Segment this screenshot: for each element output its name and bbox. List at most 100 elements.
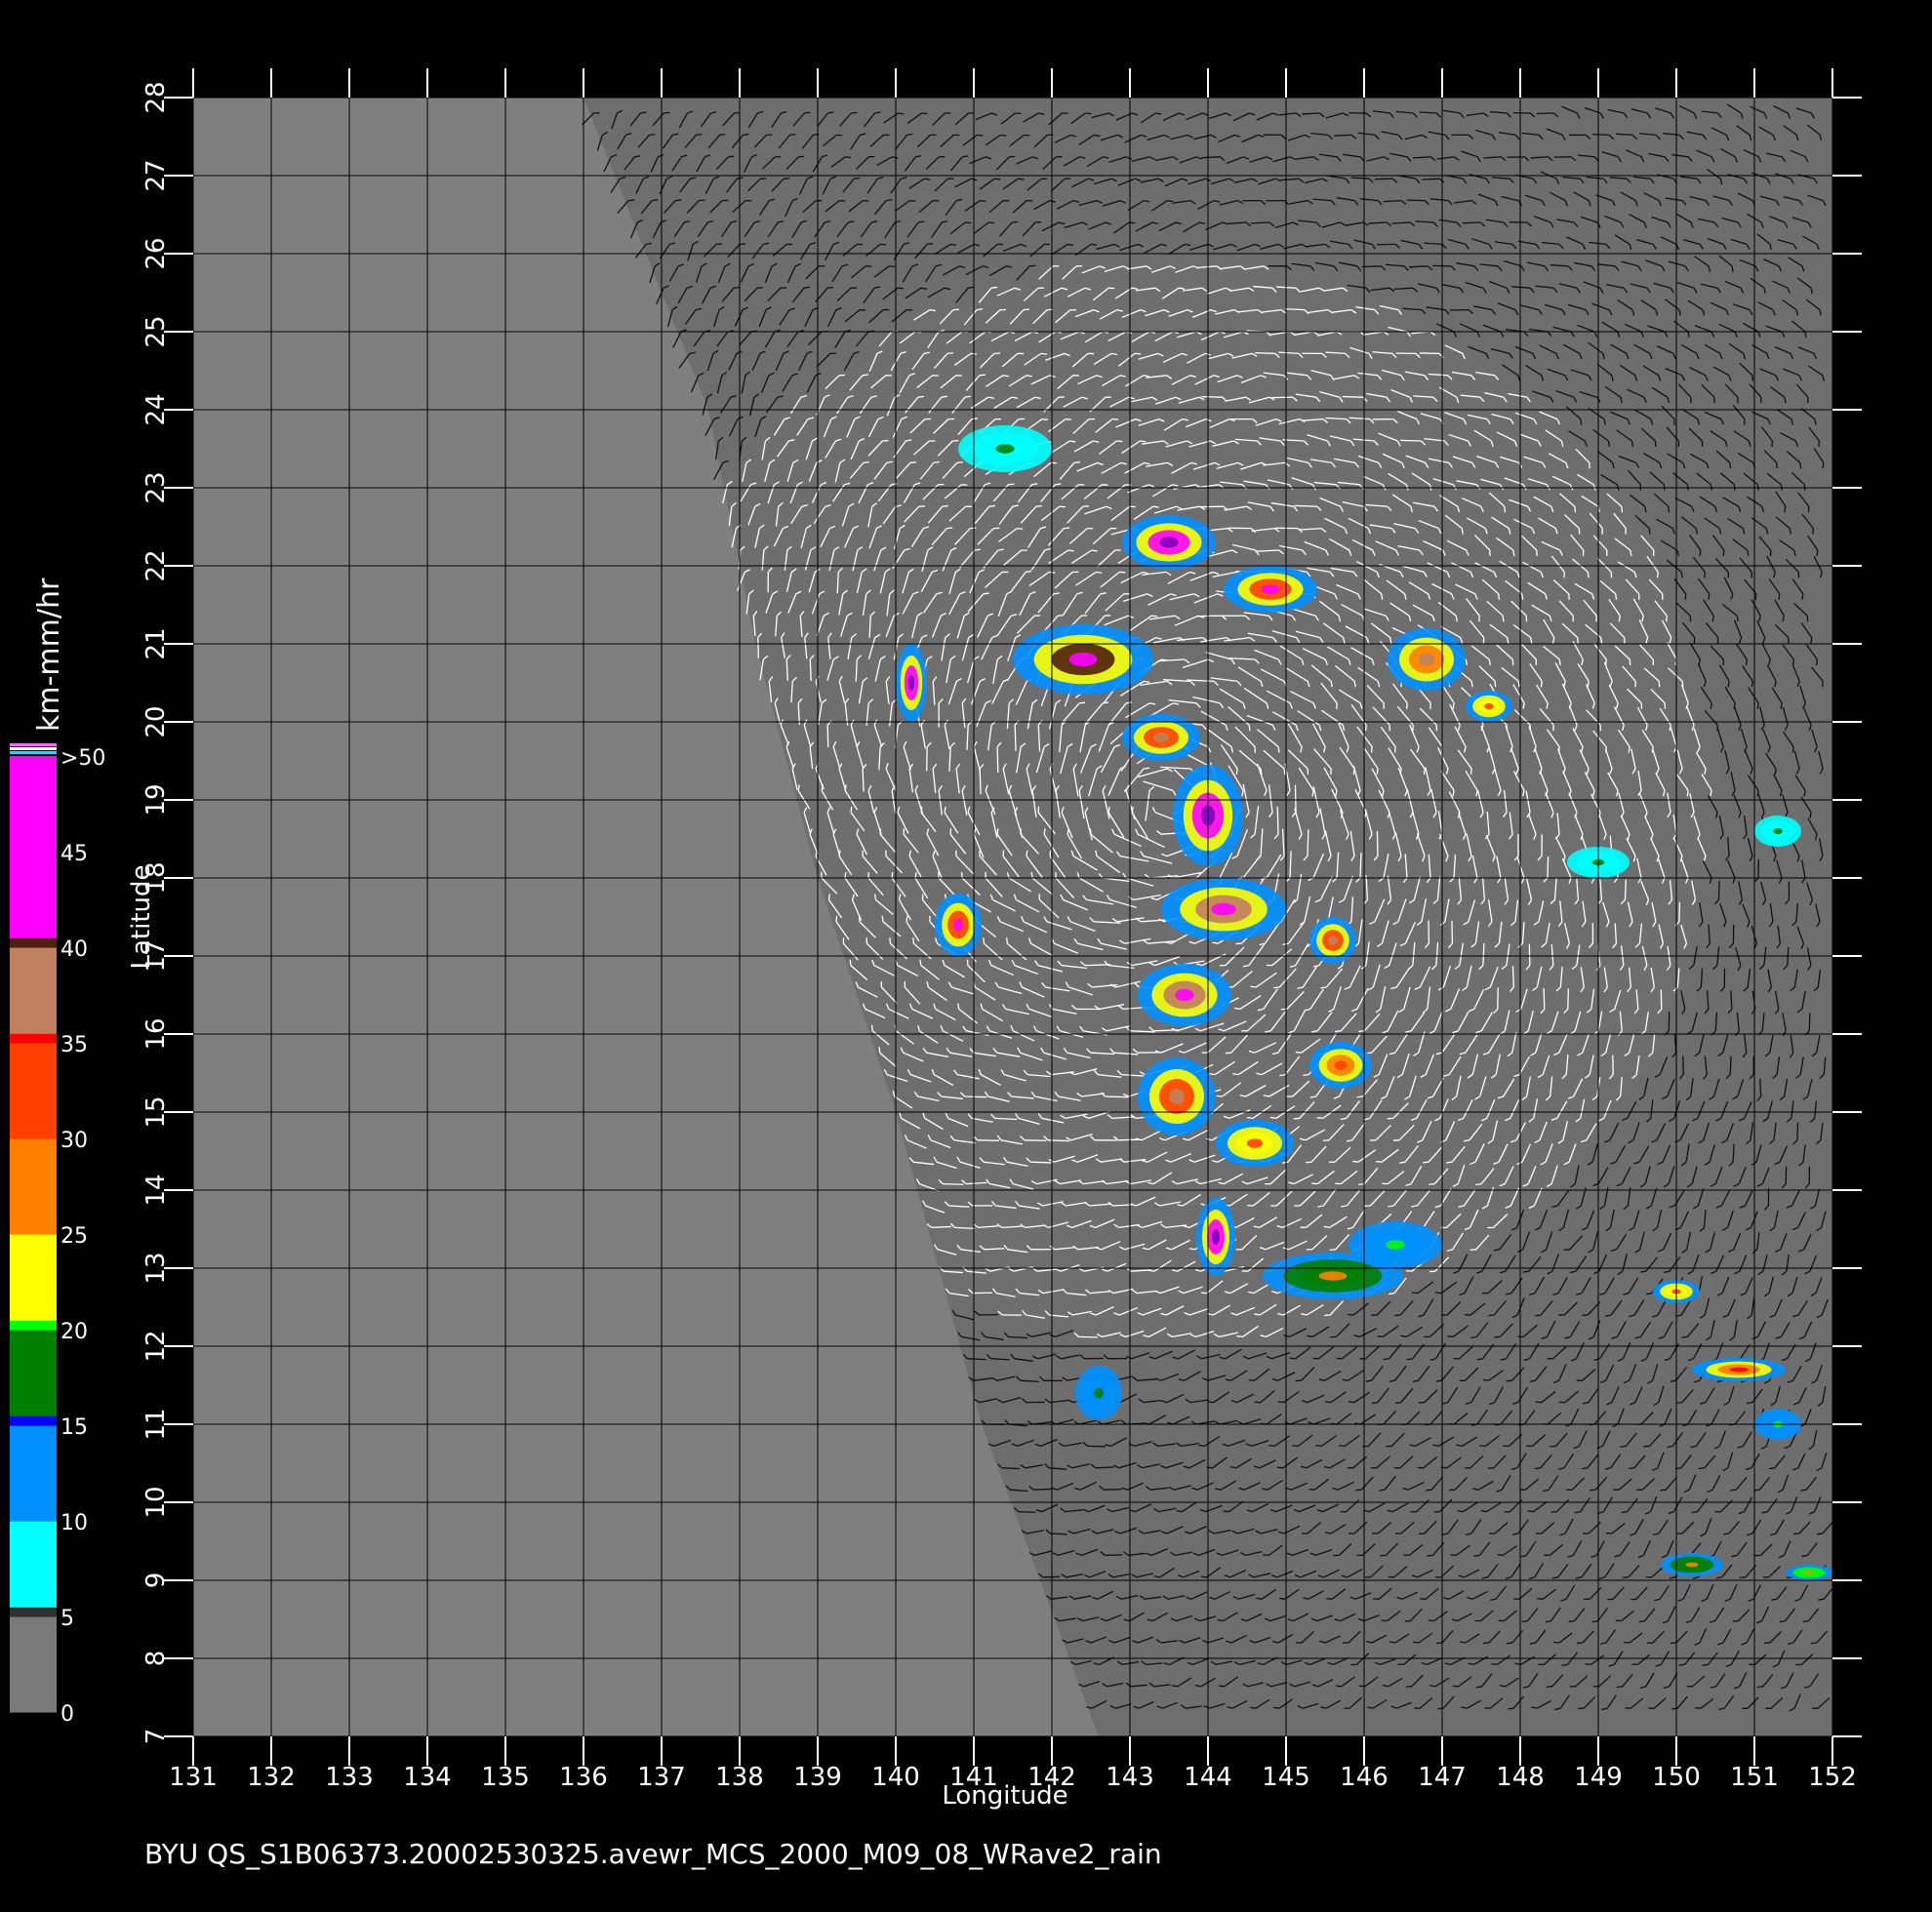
colorbar-segment [10,1014,57,1024]
colorbar-segment [10,1645,57,1655]
colorbar-segment [10,852,57,862]
wind-barb [990,286,998,289]
colorbar-segment [10,1099,57,1111]
wind-barb [1248,725,1251,732]
colorbar-segment [10,1348,57,1359]
colorbar-tick-label: 0 [60,1702,74,1727]
plot-area [192,97,1833,1737]
colorbar-segment [10,1368,57,1378]
wind-barb [1235,768,1238,776]
wind-vector [1201,395,1223,398]
wind-barb [889,937,892,944]
wind-vector [996,746,999,774]
wind-barb [1091,243,1098,246]
wind-barb [1816,549,1819,557]
wind-vector [1294,504,1317,507]
wind-barb [988,221,995,224]
wind-vector [1678,901,1681,922]
colorbar-segment [10,1004,57,1016]
wind-barb [891,871,894,879]
wind-barb [1065,418,1071,420]
wind-barb [962,155,969,158]
wind-barb [941,395,947,398]
wind-barb [967,286,975,289]
wind-vector [1462,221,1481,224]
wind-barb [1376,768,1379,776]
wind-vector [1567,988,1569,1010]
wind-vector [1717,880,1720,900]
wind-barb [1029,264,1036,267]
colorbar-overflow-stripe [10,743,57,746]
colorbar-segment [10,1157,57,1168]
wind-barb [1621,506,1624,513]
colorbar-segment [10,1673,57,1685]
wind-barb [1654,440,1657,448]
wind-barb [874,894,877,900]
wind-barb [1577,637,1579,644]
colorbar-tick-label: 5 [60,1607,74,1631]
wind-barb [1273,986,1280,989]
colorbar-segment [10,1291,57,1302]
wind-barb [696,134,703,137]
wind-barb [1381,593,1384,600]
wind-barb [863,461,869,464]
colorbar-segment [10,1415,57,1426]
wind-barb [1819,135,1822,141]
wind-barb [1745,658,1748,666]
wind-vector [1796,1122,1799,1140]
wind-vector [1014,725,1017,751]
wind-barb [1116,440,1123,443]
wind-barb [1799,462,1802,469]
wind-barb [1684,593,1687,600]
wind-barb [1618,616,1621,622]
colorbar-segment [10,1577,57,1589]
wind-barb [1049,850,1052,856]
wind-barb [1502,616,1505,622]
colorbar-segment [10,1693,57,1703]
colorbar-segment [10,1635,57,1646]
wind-barb [1580,418,1583,425]
wind-barb [850,806,853,813]
wind-barb [1771,440,1774,448]
wind-barb [1587,572,1590,578]
wind-barb [909,199,916,202]
wind-barb [1352,1160,1359,1163]
wind-barb [1628,746,1630,753]
colorbar-segment [10,966,57,976]
colorbar-segment [10,832,57,843]
colorbar-segment [10,784,57,795]
wind-barb [1778,593,1781,600]
wind-barb [1751,681,1753,688]
wind-barb [1006,937,1009,944]
wind-vector [1255,352,1275,355]
wind-barb [980,199,986,202]
wind-barb [1152,505,1159,508]
colorbar-segment [10,1386,57,1398]
colorbar-segment [10,1262,57,1273]
colorbar-segment [10,1205,57,1215]
wind-barb [1129,505,1136,508]
colorbar-tick-label: >50 [60,746,105,771]
colorbar-segment [10,1186,57,1197]
wind-barb [979,374,986,377]
colorbar-segment [10,880,57,891]
wind-vector [1342,395,1363,398]
wind-barb [1731,265,1734,272]
wind-barb [1815,658,1818,666]
colorbar-segment [10,1300,57,1311]
wind-barb [1791,746,1794,753]
wind-barb [1411,1205,1418,1208]
wind-barb [909,461,916,464]
wind-barb [1699,549,1702,557]
wind-barb [1000,134,1007,137]
wind-barb [1079,701,1086,704]
colorbar-segment [10,947,57,958]
wind-barb [733,286,741,289]
colorbar-segment [10,1683,57,1693]
wind-barb [1469,1249,1476,1252]
colorbar-segment [10,1330,57,1340]
colorbar-title: km-mm/hr [32,578,66,732]
colorbar-segment [10,1454,57,1464]
wind-barb [1212,941,1219,944]
colorbar-segment [10,1444,57,1454]
